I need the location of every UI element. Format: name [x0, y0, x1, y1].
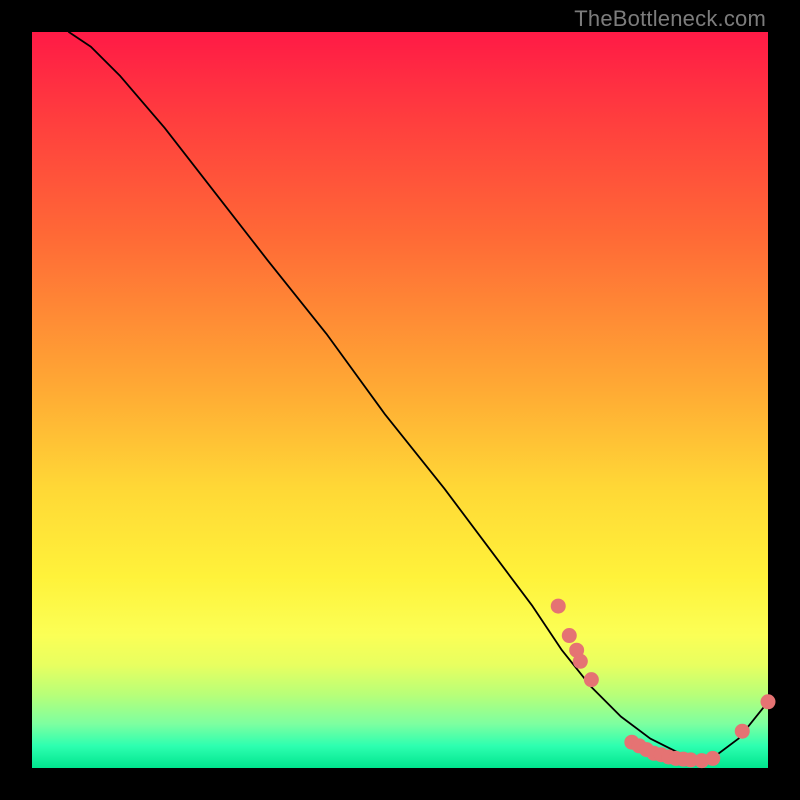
chart-svg: [32, 32, 768, 768]
curve-marker: [705, 751, 720, 766]
curve-marker: [573, 654, 588, 669]
watermark-label: TheBottleneck.com: [574, 6, 766, 32]
curve-marker: [562, 628, 577, 643]
curve-marker: [584, 672, 599, 687]
curve-marker: [761, 694, 776, 709]
curve-marker: [735, 724, 750, 739]
bottleneck-curve: [69, 32, 768, 761]
curve-marker: [551, 599, 566, 614]
curve-markers: [551, 599, 776, 769]
